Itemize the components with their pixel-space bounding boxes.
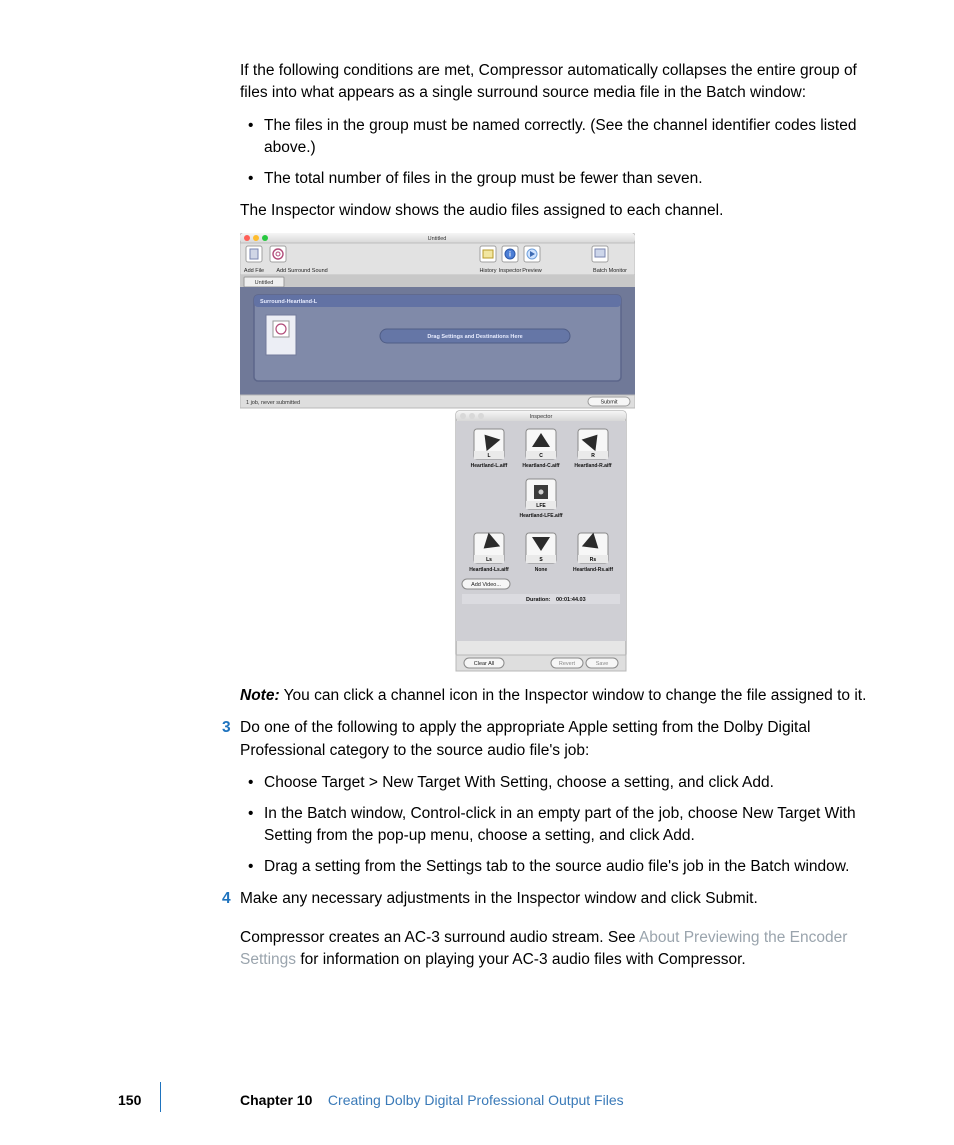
batch-title: Untitled	[428, 236, 447, 242]
svg-text:Add File: Add File	[244, 268, 264, 274]
history-button[interactable]: History	[479, 246, 496, 274]
channel-R[interactable]: R Heartland-R.aiff	[574, 429, 612, 469]
svg-text:Heartland-Ls.aiff: Heartland-Ls.aiff	[469, 567, 509, 573]
note-para: Note: You can click a channel icon in th…	[240, 685, 880, 707]
svg-text:Untitled: Untitled	[255, 280, 274, 286]
preview-button[interactable]: Preview	[522, 246, 542, 274]
svg-text:Heartland-L.aiff: Heartland-L.aiff	[471, 463, 508, 469]
svg-text:C: C	[539, 453, 543, 459]
closing-a: Compressor creates an AC-3 surround audi…	[240, 929, 639, 946]
svg-text:None: None	[535, 567, 548, 573]
svg-text:Heartland-R.aiff: Heartland-R.aiff	[574, 463, 612, 469]
svg-text:Add Surround Sound: Add Surround Sound	[276, 268, 327, 274]
svg-text:Revert: Revert	[559, 661, 576, 667]
step-4-text: Make any necessary adjustments in the In…	[240, 890, 758, 907]
chapter-title: Creating Dolby Digital Professional Outp…	[328, 1092, 624, 1108]
svg-text:Heartland-LFE.aiff: Heartland-LFE.aiff	[519, 513, 562, 519]
chapter-label: Chapter 10	[240, 1092, 312, 1108]
svg-text:Heartland-C.aiff: Heartland-C.aiff	[522, 463, 560, 469]
step-4: 4 Make any necessary adjustments in the …	[240, 888, 880, 910]
inspector-button[interactable]: i Inspector	[499, 246, 522, 274]
page-footer: 150 Chapter 10 Creating Dolby Digital Pr…	[0, 1090, 954, 1130]
footer-divider	[160, 1082, 161, 1112]
bullet-item: Drag a setting from the Settings tab to …	[240, 856, 880, 878]
channel-LFE[interactable]: LFE Heartland-LFE.aiff	[519, 479, 562, 519]
step-3: 3 Do one of the following to apply the a…	[240, 717, 880, 762]
svg-text:Batch Monitor: Batch Monitor	[593, 268, 627, 274]
svg-text:Heartland-Rs.aiff: Heartland-Rs.aiff	[573, 567, 613, 573]
svg-text:R: R	[591, 453, 595, 459]
svg-text:Submit: Submit	[600, 399, 618, 405]
closing-b: for information on playing your AC-3 aud…	[296, 951, 746, 968]
inspector-window: Inspector L Heartland-L.aiff C	[456, 411, 626, 671]
intro-para: If the following conditions are met, Com…	[240, 60, 880, 105]
channel-L[interactable]: L Heartland-L.aiff	[471, 429, 508, 469]
duration-label: Duration:	[526, 597, 551, 603]
step-number: 3	[222, 717, 231, 739]
svg-text:Clear All: Clear All	[474, 661, 494, 667]
svg-text:History: History	[479, 268, 496, 274]
bullet-item: In the Batch window, Control-click in an…	[240, 803, 880, 848]
note-body: You can click a channel icon in the Insp…	[280, 687, 867, 704]
add-video-button[interactable]: Add Video...	[462, 579, 510, 589]
step-3-text: Do one of the following to apply the app…	[240, 719, 810, 758]
job-name: Surround-Heartland-L	[260, 299, 318, 305]
page-number: 150	[118, 1090, 141, 1110]
inspector-title: Inspector	[530, 414, 553, 420]
svg-text:Ls: Ls	[486, 557, 492, 563]
svg-text:i: i	[509, 251, 511, 258]
submit-button[interactable]: Submit	[588, 397, 630, 406]
channel-Ls[interactable]: Ls Heartland-Ls.aiff	[469, 532, 509, 572]
bullet-item: Choose Target > New Target With Setting,…	[240, 772, 880, 794]
svg-text:Save: Save	[596, 661, 609, 667]
svg-text:L: L	[487, 453, 490, 459]
batch-status: 1 job, never submitted	[246, 400, 300, 406]
para-inspector-intro: The Inspector window shows the audio fil…	[240, 200, 880, 222]
note-lead: Note:	[240, 687, 280, 704]
bullet-item: The total number of files in the group m…	[240, 168, 880, 190]
save-button[interactable]: Save	[586, 658, 618, 668]
svg-text:Rs: Rs	[590, 557, 597, 563]
bullet-item: The files in the group must be named cor…	[240, 115, 880, 160]
channel-Rs[interactable]: Rs Heartland-Rs.aiff	[573, 532, 613, 572]
svg-text:Inspector: Inspector	[499, 268, 522, 274]
svg-text:LFE: LFE	[536, 503, 546, 509]
add-file-button[interactable]: Add File	[244, 246, 264, 274]
revert-button[interactable]: Revert	[551, 658, 583, 668]
duration-value: 00:01:44.03	[556, 597, 586, 603]
batch-window: Untitled Add File Add Surround Sound	[240, 233, 635, 408]
svg-text:Drag Settings and Destinations: Drag Settings and Destinations Here	[427, 334, 522, 340]
clear-all-button[interactable]: Clear All	[464, 658, 504, 668]
closing-para: Compressor creates an AC-3 surround audi…	[240, 927, 880, 972]
channel-C[interactable]: C Heartland-C.aiff	[522, 429, 560, 469]
step-number: 4	[222, 888, 231, 910]
svg-text:Preview: Preview	[522, 268, 542, 274]
figure-batch-and-inspector: Untitled Add File Add Surround Sound	[240, 233, 880, 673]
svg-text:Add Video...: Add Video...	[471, 582, 501, 588]
